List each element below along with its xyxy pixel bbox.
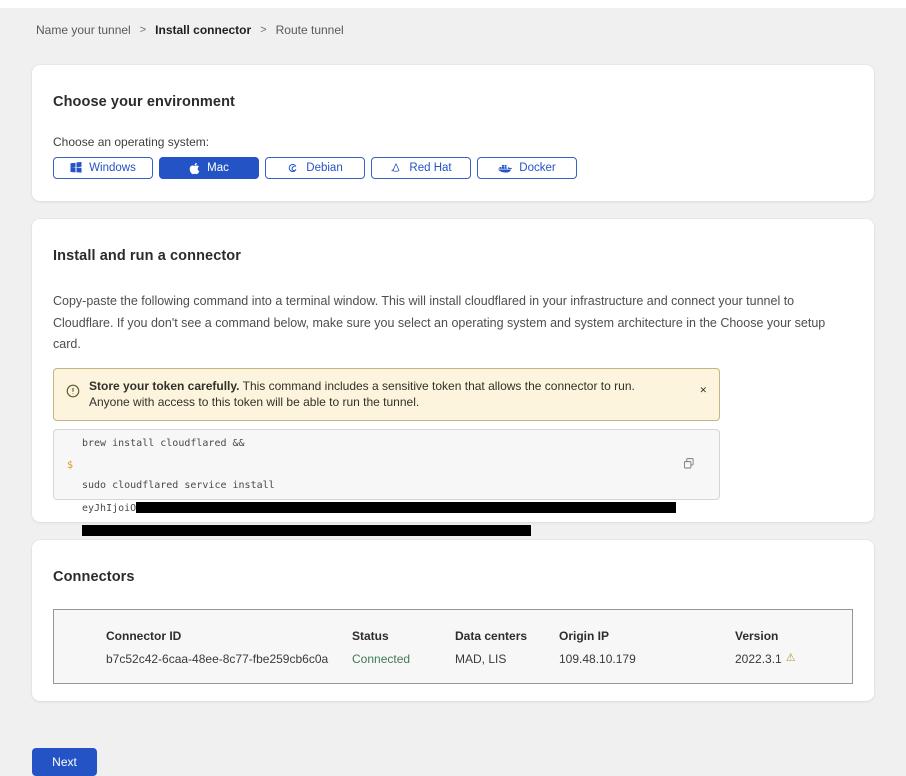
code-line-blank xyxy=(82,460,719,471)
environment-card: Choose your environment Choose an operat… xyxy=(32,65,874,201)
os-button-label: Red Hat xyxy=(409,162,451,174)
docker-icon xyxy=(498,163,512,174)
warning-title: Store your token carefully. xyxy=(89,379,240,393)
close-icon[interactable]: ✕ xyxy=(699,386,707,396)
os-button-label: Docker xyxy=(519,162,555,174)
warning-text: Store your token carefully. This command… xyxy=(89,378,664,411)
version-value: 2022.3.1 ⚠ xyxy=(735,652,852,666)
connectors-table-header: Connector ID Status Data centers Origin … xyxy=(106,629,852,643)
install-card: Install and run a connector Copy-paste t… xyxy=(32,219,874,522)
info-circle-icon xyxy=(66,384,80,403)
redacted-token-bar-1 xyxy=(136,502,676,513)
connector-id-value: b7c52c42-6caa-48ee-8c77-fbe259cb6c0a xyxy=(106,652,352,666)
breadcrumb-name-your-tunnel[interactable]: Name your tunnel xyxy=(36,23,131,37)
apple-icon xyxy=(189,162,200,175)
connectors-card-title: Connectors xyxy=(53,569,853,585)
data-centers-value: MAD, LIS xyxy=(455,652,559,666)
col-version: Version xyxy=(735,629,852,643)
environment-card-title: Choose your environment xyxy=(53,94,853,110)
col-status: Status xyxy=(352,629,455,643)
os-button-windows[interactable]: Windows xyxy=(53,157,153,179)
col-data-centers: Data centers xyxy=(455,629,559,643)
os-button-mac[interactable]: Mac xyxy=(159,157,259,179)
install-card-title: Install and run a connector xyxy=(53,248,853,264)
version-warning-icon: ⚠ xyxy=(786,653,796,664)
connectors-table: Connector ID Status Data centers Origin … xyxy=(53,609,853,684)
os-button-docker[interactable]: Docker xyxy=(477,157,577,179)
connectors-card: Connectors Connector ID Status Data cent… xyxy=(32,540,874,701)
copy-icon[interactable] xyxy=(681,455,697,475)
windows-icon xyxy=(70,162,82,174)
token-warning-banner: Store your token carefully. This command… xyxy=(53,368,720,421)
os-button-label: Mac xyxy=(207,162,229,174)
redhat-icon xyxy=(390,162,402,175)
status-badge: Connected xyxy=(352,652,455,666)
code-line-1: brew install cloudflared && xyxy=(82,439,719,450)
os-button-label: Debian xyxy=(306,162,342,174)
redacted-token-bar-2 xyxy=(82,525,531,536)
breadcrumb-separator: > xyxy=(260,24,266,36)
os-select-label: Choose an operating system: xyxy=(53,135,853,149)
debian-icon xyxy=(287,162,299,174)
os-button-debian[interactable]: Debian xyxy=(265,157,365,179)
terminal-command-block: $ brew install cloudflared && sudo cloud… xyxy=(53,429,720,500)
next-button[interactable]: Next xyxy=(32,748,97,776)
os-button-group: Windows Mac Debian Red Hat xyxy=(53,157,853,179)
terminal-prompt: $ xyxy=(67,460,73,471)
install-description: Copy-paste the following command into a … xyxy=(53,291,848,356)
code-line-token: eyJhIjoiO xyxy=(82,502,719,515)
main-content: Choose your environment Choose an operat… xyxy=(32,65,874,701)
breadcrumb-install-connector[interactable]: Install connector xyxy=(155,23,251,37)
os-button-redhat[interactable]: Red Hat xyxy=(371,157,471,179)
col-connector-id: Connector ID xyxy=(106,629,352,643)
code-line-2: sudo cloudflared service install xyxy=(82,481,719,492)
breadcrumb-route-tunnel[interactable]: Route tunnel xyxy=(276,23,344,37)
origin-ip-value: 109.48.10.179 xyxy=(559,652,735,666)
breadcrumb: Name your tunnel > Install connector > R… xyxy=(0,8,906,37)
col-origin-ip: Origin IP xyxy=(559,629,735,643)
terminal-code: brew install cloudflared && sudo cloudfl… xyxy=(82,439,719,536)
breadcrumb-separator: > xyxy=(140,24,146,36)
top-strip xyxy=(0,0,906,8)
connector-row: b7c52c42-6caa-48ee-8c77-fbe259cb6c0a Con… xyxy=(106,652,852,666)
os-button-label: Windows xyxy=(89,162,136,174)
